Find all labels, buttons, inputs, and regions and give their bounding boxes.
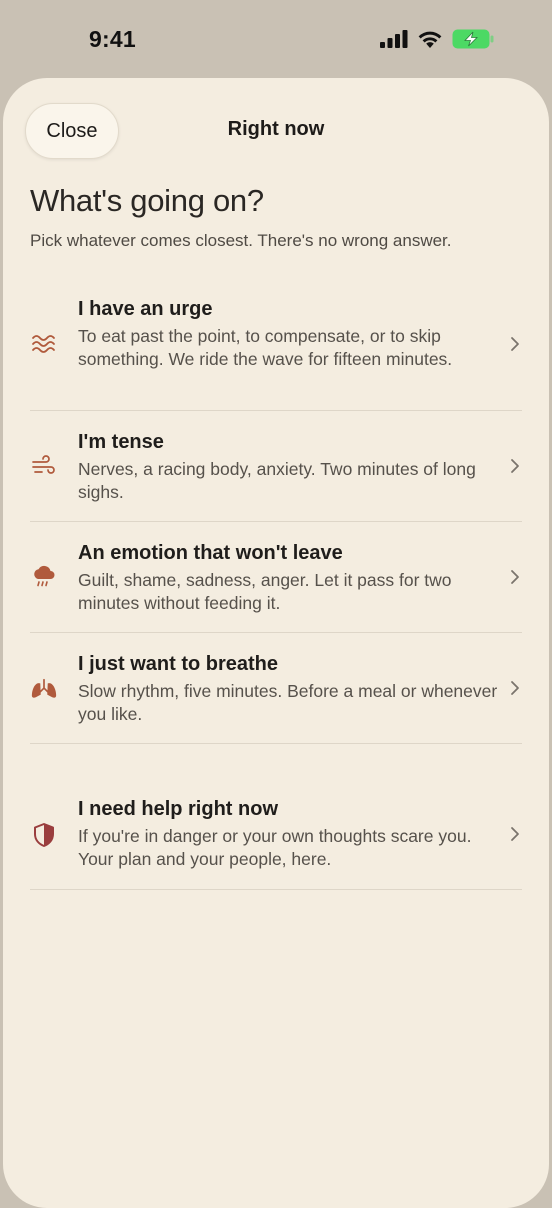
status-bar: 9:41 — [0, 0, 552, 78]
wifi-icon — [418, 31, 442, 48]
rain-cloud-icon — [30, 563, 58, 591]
option-description: To eat past the point, to compensate, or… — [78, 326, 453, 369]
option-description: If you're in danger or your own thoughts… — [78, 826, 472, 869]
option-description: Guilt, shame, sadness, anger. Let it pas… — [78, 570, 452, 613]
wind-icon — [30, 452, 58, 480]
chevron-right-icon — [511, 570, 519, 584]
option-tense[interactable]: I'm tense Nerves, a racing body, anxiety… — [30, 411, 522, 522]
option-description: Slow rhythm, five minutes. Before a meal… — [78, 681, 498, 724]
option-title: I'm tense — [78, 431, 164, 453]
option-description: Nerves, a racing body, anxiety. Two minu… — [78, 459, 476, 502]
option-emotion[interactable]: An emotion that won't leave Guilt, shame… — [30, 522, 522, 633]
option-breathe[interactable]: I just want to breathe Slow rhythm, five… — [30, 633, 522, 744]
chevron-right-icon — [511, 681, 519, 695]
waves-icon — [30, 330, 58, 358]
lungs-icon — [30, 675, 58, 703]
nav-title: Right now — [227, 118, 325, 140]
option-help-now[interactable]: I need help right now If you're in dange… — [30, 781, 522, 890]
page-title: What's going on? — [30, 183, 264, 218]
shield-icon — [30, 821, 58, 849]
option-title: I just want to breathe — [78, 653, 279, 675]
option-urge[interactable]: I have an urge To eat past the point, to… — [30, 295, 522, 411]
status-icons — [380, 29, 494, 49]
option-title: I need help right now — [78, 798, 278, 820]
option-title: I have an urge — [78, 298, 213, 320]
battery-charging-icon — [452, 29, 494, 49]
chevron-right-icon — [511, 459, 519, 473]
option-title: An emotion that won't leave — [78, 542, 343, 564]
chevron-right-icon — [511, 337, 519, 351]
status-time: 9:41 — [89, 26, 136, 52]
page-subtitle: Pick whatever comes closest. There's no … — [30, 231, 452, 250]
chevron-right-icon — [511, 827, 519, 841]
cellular-signal-icon — [380, 30, 408, 48]
